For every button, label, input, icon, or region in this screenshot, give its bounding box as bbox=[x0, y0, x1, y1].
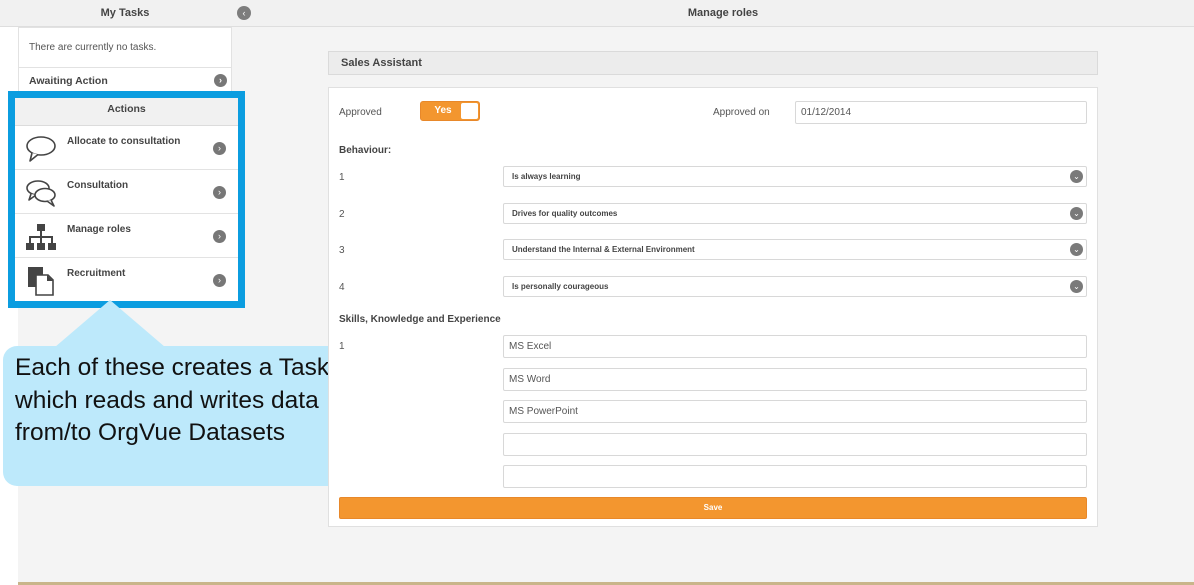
no-tasks-message: There are currently no tasks. bbox=[18, 27, 232, 68]
skills-number: 1 bbox=[339, 341, 345, 352]
behaviour-number: 4 bbox=[339, 282, 345, 293]
sidebar: There are currently no tasks. Awaiting A… bbox=[18, 27, 232, 95]
action-consultation[interactable]: Consultation › bbox=[15, 170, 238, 214]
action-allocate-to-consultation[interactable]: Allocate to consultation › bbox=[15, 126, 238, 170]
role-title: Sales Assistant bbox=[328, 51, 1098, 75]
approved-label: Approved bbox=[339, 107, 382, 118]
chevron-down-icon: ⌄ bbox=[1070, 280, 1083, 293]
actions-panel: Actions Allocate to consultation › Consu… bbox=[8, 91, 245, 308]
action-recruitment[interactable]: Recruitment › bbox=[15, 258, 238, 302]
behaviour-select-4[interactable]: Is personally courageous ⌄ bbox=[503, 276, 1087, 297]
chevron-right-icon: › bbox=[214, 74, 227, 87]
select-value: Is personally courageous bbox=[512, 282, 609, 291]
chevron-right-icon: › bbox=[213, 142, 226, 155]
approved-on-label: Approved on bbox=[713, 107, 770, 118]
behaviour-heading: Behaviour: bbox=[339, 145, 392, 156]
skill-field-2[interactable]: MS Word bbox=[503, 368, 1087, 391]
save-button[interactable]: Save bbox=[339, 497, 1087, 519]
chevron-right-icon: › bbox=[213, 186, 226, 199]
behaviour-select-2[interactable]: Drives for quality outcomes ⌄ bbox=[503, 203, 1087, 224]
skill-field-4[interactable] bbox=[503, 433, 1087, 456]
role-form-card bbox=[328, 87, 1098, 527]
behaviour-select-1[interactable]: Is always learning ⌄ bbox=[503, 166, 1087, 187]
page-title: Manage roles bbox=[687, 7, 759, 19]
behaviour-number: 3 bbox=[339, 245, 345, 256]
select-value: Understand the Internal & External Envir… bbox=[512, 245, 695, 254]
select-value: Drives for quality outcomes bbox=[512, 209, 618, 218]
actions-title: Actions bbox=[15, 98, 238, 126]
approved-on-date-field[interactable]: 01/12/2014 bbox=[795, 101, 1087, 124]
skill-field-5[interactable] bbox=[503, 465, 1087, 488]
action-label: Manage roles bbox=[67, 224, 131, 235]
skill-field-3[interactable]: MS PowerPoint bbox=[503, 400, 1087, 423]
chevron-down-icon: ⌄ bbox=[1070, 207, 1083, 220]
action-manage-roles[interactable]: Manage roles › bbox=[15, 214, 238, 258]
action-label: Recruitment bbox=[67, 268, 126, 279]
chevron-down-icon: ⌄ bbox=[1070, 170, 1083, 183]
select-value: Is always learning bbox=[512, 172, 581, 181]
toggle-knob bbox=[461, 103, 478, 119]
behaviour-number: 2 bbox=[339, 209, 345, 220]
action-label: Allocate to consultation bbox=[67, 136, 181, 147]
skills-heading: Skills, Knowledge and Experience bbox=[339, 314, 501, 325]
chevron-down-icon: ⌄ bbox=[1070, 243, 1083, 256]
skill-field-1[interactable]: MS Excel bbox=[503, 335, 1087, 358]
behaviour-number: 1 bbox=[339, 172, 345, 183]
speech-bubble-icon bbox=[26, 136, 56, 162]
chevron-right-icon: › bbox=[213, 230, 226, 243]
callout-pointer bbox=[55, 300, 165, 347]
behaviour-select-3[interactable]: Understand the Internal & External Envir… bbox=[503, 239, 1087, 260]
collapse-sidebar-icon[interactable]: ‹ bbox=[237, 6, 251, 20]
documents-icon bbox=[28, 267, 54, 296]
conversation-icon bbox=[26, 180, 56, 207]
awaiting-action-label: Awaiting Action bbox=[29, 75, 108, 87]
action-label: Consultation bbox=[67, 180, 129, 191]
chevron-right-icon: › bbox=[213, 274, 226, 287]
callout-text: Each of these creates a Task which reads… bbox=[15, 354, 330, 446]
org-chart-icon bbox=[26, 224, 56, 250]
my-tasks-title: My Tasks bbox=[100, 7, 150, 19]
approved-toggle[interactable]: Yes bbox=[420, 101, 480, 121]
top-header: My Tasks ‹ Manage roles bbox=[0, 0, 1194, 27]
toggle-state: Yes bbox=[434, 105, 452, 116]
